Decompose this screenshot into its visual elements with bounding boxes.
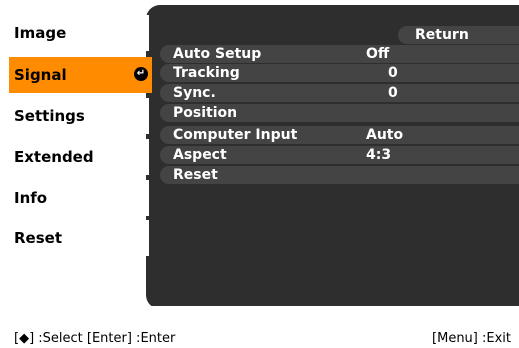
sidebar-item-label: Image [14, 24, 67, 42]
sidebar-item-image[interactable]: Image [9, 15, 149, 51]
row-value: Off [366, 46, 390, 62]
row-label: Aspect [173, 147, 227, 163]
projector-osd-menu: Image Signal ↵ Settings Extended Info Re… [0, 0, 519, 348]
enter-icon: ↵ [134, 67, 148, 81]
row-label: Auto Setup [173, 46, 262, 62]
row-value: Auto [366, 127, 404, 143]
row-label: Tracking [173, 65, 240, 81]
row-value: 0 [388, 65, 398, 81]
sidebar-item-label: Reset [14, 229, 62, 247]
row-label: Position [173, 105, 238, 121]
footer-left-hint: [◆] :Select [Enter] :Enter [14, 331, 176, 346]
menu-row-reset[interactable]: Reset [160, 166, 519, 184]
row-value: 0 [388, 85, 398, 101]
menu-row-computer-input[interactable]: Computer Input Auto [160, 126, 519, 144]
menu-row-auto-setup[interactable]: Auto Setup Off [160, 45, 519, 63]
sidebar-item-label: Signal [14, 66, 67, 84]
menu-row-tracking[interactable]: Tracking 0 [160, 64, 519, 82]
menu-row-aspect[interactable]: Aspect 4:3 [160, 146, 519, 164]
footer-right-hint: [Menu] :Exit [432, 331, 511, 346]
sidebar-item-label: Info [14, 189, 48, 207]
row-value: 4:3 [366, 147, 392, 163]
sidebar-item-settings[interactable]: Settings [9, 98, 149, 134]
bottom-strip [9, 306, 519, 329]
sidebar-item-signal[interactable]: Signal ↵ [9, 57, 152, 93]
menu-row-sync[interactable]: Sync. 0 [160, 84, 519, 102]
row-label: Sync. [173, 85, 216, 101]
sidebar-item-info[interactable]: Info [9, 180, 149, 216]
return-label: Return [415, 27, 469, 43]
return-button[interactable]: Return [398, 26, 519, 44]
sidebar-item-extended[interactable]: Extended [9, 139, 149, 175]
row-label: Reset [173, 167, 218, 183]
sidebar-item-reset[interactable]: Reset [9, 220, 149, 256]
row-label: Computer Input [173, 127, 298, 143]
sidebar-item-label: Extended [14, 148, 94, 166]
sidebar-item-label: Settings [14, 107, 85, 125]
footer-hints: [◆] :Select [Enter] :Enter [Menu] :Exit [0, 329, 519, 348]
menu-row-position[interactable]: Position [160, 104, 519, 122]
